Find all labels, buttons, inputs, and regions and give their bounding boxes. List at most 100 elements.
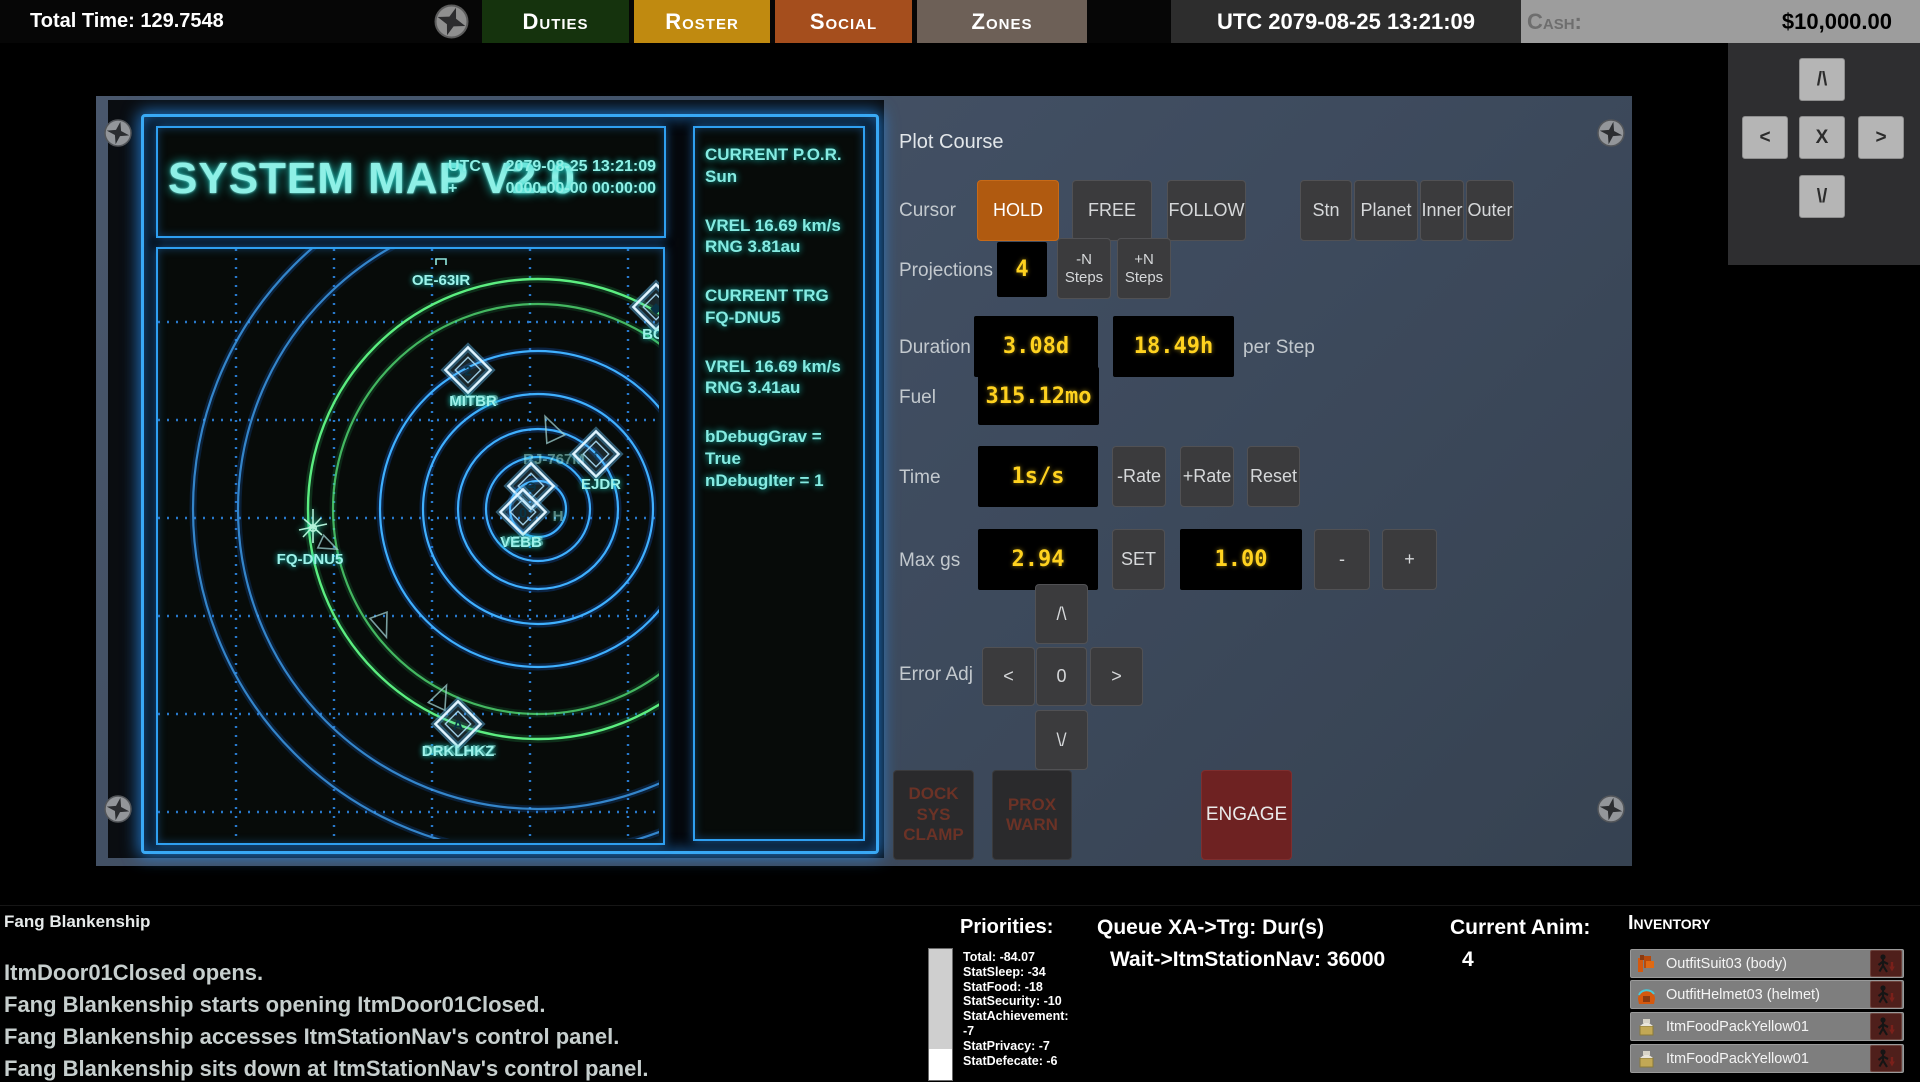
max-gs-target-value: 1.00: [1180, 529, 1302, 590]
suit-icon: [1634, 952, 1658, 976]
info-vrel-trg: VREL 16.69 km/s: [705, 356, 853, 378]
minus-n-line2: Steps: [1065, 269, 1103, 286]
map-marker-label: VEBB: [500, 534, 542, 551]
map-tick-marker: [436, 259, 446, 265]
top-bar: Total Time: 129.7548 Duties Roster Socia…: [0, 0, 1920, 43]
nav-console-panel: SYSTEM MAP V2.0 UTC2079-08-25 13:21:09 +…: [96, 96, 1632, 866]
nav-down-button[interactable]: \/: [1799, 175, 1845, 218]
info-vrel-por: VREL 16.69 km/s: [705, 215, 853, 237]
priorities-scrollbar[interactable]: [928, 948, 953, 1081]
map-diamond-glyph: 0: [519, 505, 527, 521]
target-stn-button[interactable]: Stn: [1300, 180, 1352, 241]
log-line: ItmDoor01Closed opens.: [4, 960, 263, 986]
engage-button[interactable]: ENGAGE: [1201, 770, 1292, 860]
cursor-hold-button[interactable]: HOLD: [977, 180, 1059, 241]
max-gs-plus-button[interactable]: +: [1382, 529, 1437, 590]
priority-item: StatFood: -18: [963, 980, 1069, 995]
bottom-status-bar: Fang Blankenship ItmDoor01Closed opens. …: [0, 905, 1920, 1081]
error-adj-right-button[interactable]: >: [1090, 647, 1143, 706]
map-clock-offset: 0000-00-00 00:00:00: [506, 178, 656, 200]
per-step-label: per Step: [1243, 337, 1315, 359]
log-line: Fang Blankenship sits down at ItmStation…: [4, 1056, 649, 1082]
priority-item: -7: [963, 1024, 1069, 1039]
drop-item-icon[interactable]: [1870, 950, 1902, 977]
map-diamond-glyph: ◆: [650, 300, 659, 316]
projections-value: 4: [997, 242, 1047, 297]
screw-icon: [103, 118, 133, 148]
map-clock-utc: 2079-08-25 13:21:09: [506, 156, 656, 178]
duration-hours-value: 18.49h: [1113, 316, 1234, 377]
error-adj-left-button[interactable]: <: [982, 647, 1035, 706]
nav-close-button[interactable]: X: [1799, 116, 1845, 159]
tab-social[interactable]: Social: [775, 0, 912, 43]
inventory-item-row[interactable]: OutfitHelmet03 (helmet): [1630, 980, 1904, 1009]
nav-right-button[interactable]: >: [1858, 116, 1904, 159]
priority-item: StatSleep: -34: [963, 965, 1069, 980]
tab-roster[interactable]: Roster: [634, 0, 770, 43]
error-adj-down-button[interactable]: \/: [1035, 710, 1088, 770]
settings-gear-icon[interactable]: [433, 3, 470, 40]
screw-icon: [1596, 118, 1626, 148]
utc-clock: UTC 2079-08-25 13:21:09: [1171, 0, 1521, 43]
error-adj-value: 0: [1036, 647, 1087, 706]
queue-header: Queue XA->Trg: Dur(s): [1097, 916, 1324, 940]
max-gs-minus-button[interactable]: -: [1314, 529, 1370, 590]
cash-value: $10,000.00: [1782, 9, 1892, 35]
dock-line1: DOCK: [908, 784, 958, 804]
screw-icon: [103, 794, 133, 824]
priority-item: StatPrivacy: -7: [963, 1039, 1069, 1054]
plus-rate-button[interactable]: +Rate: [1180, 446, 1234, 507]
info-por-value: Sun: [705, 166, 853, 188]
target-planet-button[interactable]: Planet: [1354, 180, 1418, 241]
info-rng-trg: RNG 3.41au: [705, 377, 853, 399]
screw-icon: [1596, 794, 1626, 824]
inventory-item-row[interactable]: OutfitSuit03 (body): [1630, 949, 1904, 978]
max-gs-value: 2.94: [978, 529, 1098, 590]
inventory-header: Inventory: [1628, 912, 1711, 935]
map-marker-label: FQ-DNU5: [277, 551, 344, 568]
minus-n-steps-button[interactable]: -N Steps: [1057, 238, 1111, 299]
foodpack-icon: [1634, 1047, 1658, 1071]
info-trg-value: FQ-DNU5: [705, 307, 853, 329]
map-marker-label: H: [553, 508, 564, 525]
tab-zones[interactable]: Zones: [917, 0, 1087, 43]
target-inner-button[interactable]: Inner: [1420, 180, 1464, 241]
inventory-item-label: OutfitSuit03 (body): [1666, 956, 1870, 972]
system-map-header: SYSTEM MAP V2.0 UTC2079-08-25 13:21:09 +…: [156, 126, 666, 238]
time-label: Time: [899, 467, 941, 489]
nav-up-button[interactable]: /\: [1799, 58, 1845, 101]
inventory-item-row[interactable]: ItmFoodPackYellow01: [1630, 1044, 1904, 1073]
nav-left-button[interactable]: <: [1742, 116, 1788, 159]
map-diamond-marker[interactable]: ◆: [633, 284, 659, 329]
current-anim-header: Current Anim:: [1450, 916, 1590, 940]
cursor-free-button[interactable]: FREE: [1072, 180, 1152, 241]
prox-warn-button[interactable]: PROX WARN: [992, 770, 1072, 860]
reset-rate-button[interactable]: Reset: [1247, 446, 1300, 507]
system-map-clock: UTC2079-08-25 13:21:09 +0000-00-00 00:00…: [448, 156, 656, 199]
map-diamond-glyph: ↑: [593, 447, 600, 463]
map-diamond-marker[interactable]: 2: [445, 347, 490, 392]
priorities-list: Total: -84.07 StatSleep: -34 StatFood: -…: [963, 950, 1069, 1068]
tab-duties[interactable]: Duties: [482, 0, 629, 43]
drop-item-icon[interactable]: [1870, 981, 1902, 1008]
error-adj-up-button[interactable]: /\: [1035, 584, 1088, 644]
orbital-map-display[interactable]: RJ-767MH◆2↑⊖0AOE-63IRBCIMITBRMITBREJDRVE…: [156, 247, 665, 845]
drop-item-icon[interactable]: [1870, 1045, 1902, 1072]
cash-bar: Cash: $10,000.00: [1521, 0, 1920, 43]
map-diamond-glyph: A: [453, 717, 463, 733]
target-outer-button[interactable]: Outer: [1466, 180, 1514, 241]
info-rng-por: RNG 3.81au: [705, 236, 853, 258]
cursor-follow-button[interactable]: FOLLOW: [1167, 180, 1246, 241]
info-debug-iter: nDebugIter = 1: [705, 470, 853, 492]
minus-rate-button[interactable]: -Rate: [1112, 446, 1166, 507]
inventory-item-row[interactable]: ItmFoodPackYellow01: [1630, 1012, 1904, 1041]
queue-entry: Wait->ItmStationNav: 36000: [1110, 948, 1385, 972]
plus-n-steps-button[interactable]: +N Steps: [1117, 238, 1171, 299]
log-line: Fang Blankenship starts opening ItmDoor0…: [4, 992, 546, 1018]
dock-sys-clamp-button[interactable]: DOCK SYS CLAMP: [893, 770, 974, 860]
map-clock-prefix: UTC: [448, 156, 481, 178]
projections-label: Projections: [899, 260, 993, 282]
drop-item-icon[interactable]: [1870, 1013, 1902, 1040]
map-info-panel: CURRENT P.O.R.Sun VREL 16.69 km/sRNG 3.8…: [693, 126, 865, 841]
max-gs-set-button[interactable]: SET: [1112, 529, 1165, 590]
